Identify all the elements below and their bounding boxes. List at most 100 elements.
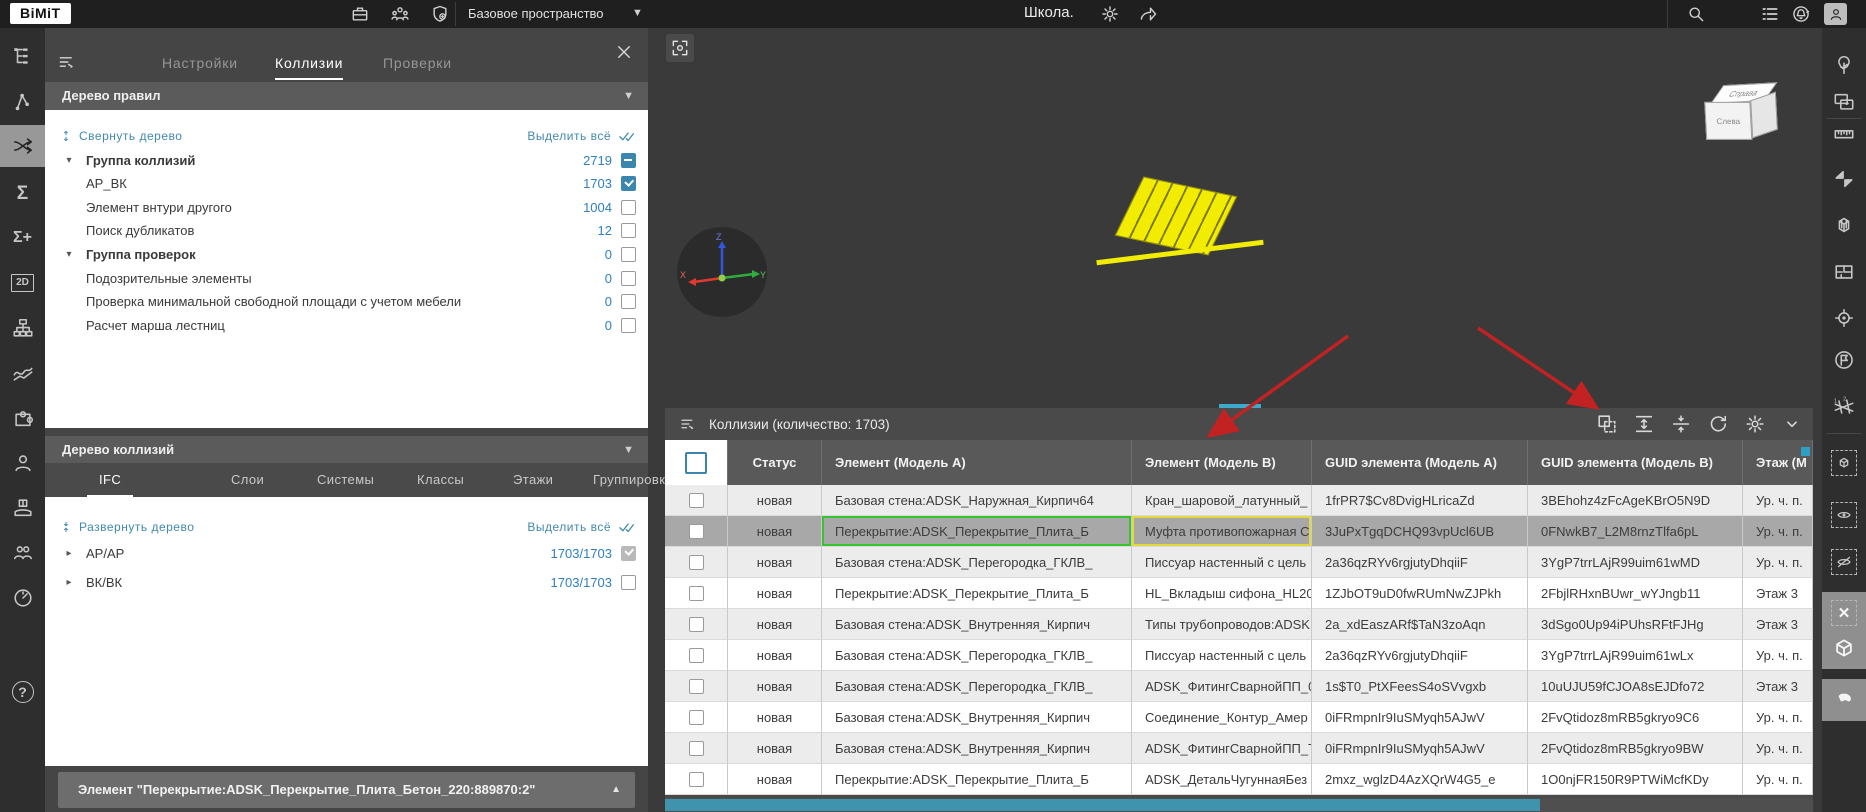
left-tool-sum-plus[interactable]: Σ+ — [0, 217, 45, 259]
row-checkbox[interactable] — [689, 524, 704, 539]
column-element-b[interactable]: Элемент (Модель B) — [1132, 440, 1312, 485]
right-tool-show-box[interactable] — [1822, 494, 1866, 536]
chevron-down-icon[interactable] — [1781, 413, 1803, 435]
close-icon[interactable] — [615, 43, 633, 61]
team-icon[interactable] — [390, 4, 410, 24]
search-icon[interactable] — [1686, 4, 1706, 24]
rules-tree-item[interactable]: Поиск дубликатов12 — [45, 219, 648, 243]
expand-tree-icon[interactable] — [59, 520, 73, 534]
table-row[interactable]: новаяПерекрытие:ADSK_Перекрытие_Плита_БA… — [665, 764, 1813, 795]
left-tool-structure[interactable] — [0, 307, 45, 349]
tab-classes[interactable]: Классы — [417, 472, 464, 487]
tab-ifc[interactable]: IFC — [87, 472, 133, 497]
list-icon[interactable] — [1760, 4, 1780, 24]
right-tool-scene-tree[interactable] — [1822, 44, 1866, 86]
ifc-tree-item[interactable]: ▸АР/АР1703/1703 — [45, 541, 648, 565]
row-checkbox[interactable] — [689, 617, 704, 632]
model-element-highlighted[interactable] — [1115, 176, 1238, 255]
left-tool-collisions[interactable] — [0, 125, 45, 167]
expand-tree-link[interactable]: Развернуть дерево — [79, 520, 194, 534]
right-tool-locate[interactable] — [1822, 297, 1866, 339]
gear-icon[interactable] — [1100, 4, 1120, 24]
right-tool-hide-box[interactable] — [1822, 541, 1866, 583]
rules-tree-header[interactable]: Дерево правил ▼ — [45, 82, 648, 110]
tree-item-checkbox[interactable] — [621, 153, 636, 168]
rules-tree-item[interactable]: Расчет марша лестниц0 — [45, 313, 648, 337]
left-tool-charts[interactable] — [0, 352, 45, 394]
tree-item-checkbox[interactable] — [621, 318, 636, 333]
tab-settings[interactable]: Настройки — [162, 55, 238, 71]
table-menu-icon[interactable] — [679, 415, 697, 433]
right-tool-mask[interactable] — [1822, 679, 1866, 721]
briefcase-icon[interactable] — [350, 4, 370, 24]
scrollbar-thumb[interactable] — [665, 799, 1540, 811]
shield-user-icon[interactable] — [430, 4, 450, 24]
column-resize-indicator[interactable] — [1801, 447, 1810, 456]
rules-tree-item[interactable]: Подозрительные элементы0 — [45, 266, 648, 290]
row-checkbox[interactable] — [689, 555, 704, 570]
bell-sync-icon[interactable] — [1791, 4, 1811, 24]
chevron-down-icon[interactable]: ▼ — [632, 7, 643, 19]
help-icon[interactable]: ? — [0, 671, 45, 713]
table-row[interactable]: новаяПерекрытие:ADSK_Перекрытие_Плита_БМ… — [665, 516, 1813, 547]
chevron-right-icon[interactable]: ▸ — [62, 548, 76, 559]
header-checkbox[interactable] — [685, 452, 707, 474]
tab-systems[interactable]: Системы — [317, 472, 374, 487]
table-row[interactable]: новаяБазовая стена:ADSK_Внутренняя_Кирпи… — [665, 609, 1813, 640]
collision-tree-header[interactable]: Дерево коллизий ▼ — [45, 436, 648, 464]
table-row[interactable]: новаяПерекрытие:ADSK_Перекрытие_Плита_БH… — [665, 578, 1813, 609]
row-checkbox[interactable] — [689, 679, 704, 694]
avatar-icon[interactable] — [1824, 3, 1847, 25]
frame-selection-icon[interactable] — [666, 34, 694, 62]
refresh-icon[interactable] — [1707, 413, 1729, 435]
row-checkbox[interactable] — [689, 772, 704, 787]
settings-icon[interactable] — [1744, 413, 1766, 435]
panel-menu-icon[interactable] — [57, 52, 77, 72]
row-checkbox[interactable] — [689, 710, 704, 725]
double-check-icon[interactable] — [618, 518, 636, 536]
select-all-link[interactable]: Выделить всё — [527, 520, 611, 534]
share-icon[interactable] — [1138, 4, 1158, 24]
row-checkbox[interactable] — [689, 586, 704, 601]
tab-groupings[interactable]: Группировки — [593, 472, 673, 487]
right-tool-axes[interactable]: 12 — [1822, 386, 1866, 428]
chevron-down-icon[interactable]: ▼ — [623, 436, 634, 464]
left-tool-2d-view[interactable]: 2D — [0, 262, 45, 304]
row-collapse-icon[interactable] — [1670, 413, 1692, 435]
rules-tree-item[interactable]: АР_ВК1703 — [45, 172, 648, 196]
tab-layers[interactable]: Слои — [231, 472, 264, 487]
tree-item-checkbox[interactable] — [621, 200, 636, 215]
row-checkbox[interactable] — [689, 741, 704, 756]
left-tool-plugins[interactable] — [0, 397, 45, 439]
tree-item-checkbox[interactable] — [621, 546, 636, 561]
left-tool-team-location[interactable] — [0, 532, 45, 574]
left-tool-select-elements[interactable] — [0, 81, 45, 123]
ifc-tree-item[interactable]: ▸ВК/ВК1703/1703 — [45, 570, 648, 594]
collapse-tree-link[interactable]: Свернуть дерево — [79, 129, 182, 143]
rules-tree-item[interactable]: Элемент внтури другого1004 — [45, 195, 648, 219]
select-columns-icon[interactable] — [1596, 413, 1618, 435]
app-logo[interactable]: BiMiT — [10, 3, 71, 24]
table-row[interactable]: новаяБазовая стена:ADSK_Перегородка_ГКЛВ… — [665, 547, 1813, 578]
tab-floors[interactable]: Этажи — [513, 472, 553, 487]
right-tool-cube[interactable] — [1822, 627, 1866, 669]
horizontal-scrollbar[interactable] — [665, 798, 1813, 812]
table-row[interactable]: новаяБазовая стена:ADSK_Внутренняя_Кирпи… — [665, 702, 1813, 733]
tree-item-checkbox[interactable] — [621, 294, 636, 309]
tree-item-checkbox[interactable] — [621, 271, 636, 286]
right-tool-floorplan[interactable] — [1822, 251, 1866, 293]
tree-item-checkbox[interactable] — [621, 176, 636, 191]
selected-element-bar[interactable]: Элемент "Перекрытие:ADSK_Перекрытие_Плит… — [58, 772, 635, 808]
table-row[interactable]: новаяБазовая стена:ADSK_Наружная_Кирпич6… — [665, 485, 1813, 516]
right-tool-section-box[interactable] — [1822, 204, 1866, 246]
tree-item-checkbox[interactable] — [621, 247, 636, 262]
select-all-checkbox-header[interactable] — [665, 440, 728, 485]
left-tool-model-tree[interactable] — [0, 35, 45, 77]
rules-tree-item[interactable]: ▾Группа коллизий2719 — [45, 148, 648, 172]
chevron-down-icon[interactable]: ▾ — [62, 249, 76, 260]
left-tool-user[interactable] — [0, 442, 45, 484]
column-guid-a[interactable]: GUID элемента (Модель А) — [1312, 440, 1528, 485]
column-element-a[interactable]: Элемент (Модель А) — [822, 440, 1132, 485]
table-row[interactable]: новаяБазовая стена:ADSK_Внутренняя_Кирпи… — [665, 733, 1813, 764]
collapse-tree-icon[interactable] — [59, 129, 73, 143]
